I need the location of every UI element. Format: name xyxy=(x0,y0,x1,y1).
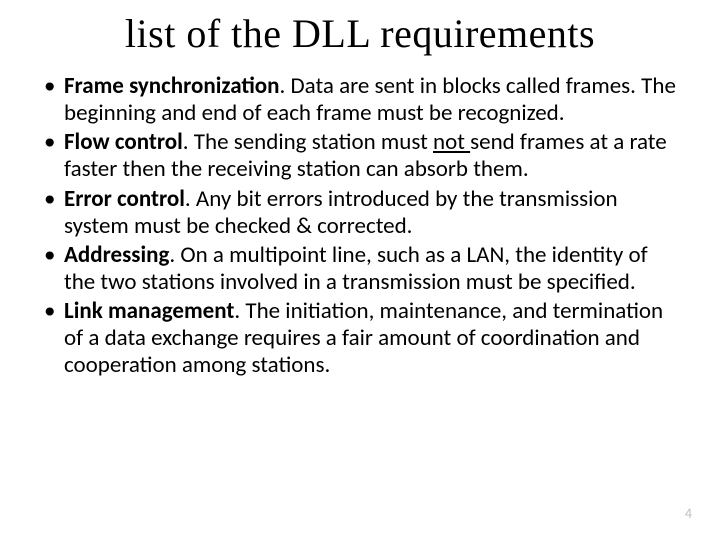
item-term: Error control xyxy=(64,185,185,213)
slide-title: list of the DLL requirements xyxy=(30,10,690,57)
item-term: Addressing xyxy=(64,241,169,269)
item-term: Frame synchronization xyxy=(64,72,280,100)
item-text-underline: not xyxy=(433,128,470,156)
list-item: Error control. Any bit errors introduced… xyxy=(44,186,684,240)
list-item: Link management. The initiation, mainten… xyxy=(44,298,684,379)
slide: list of the DLL requirements Frame synch… xyxy=(0,0,720,540)
item-term: Link management xyxy=(64,297,234,325)
list-item: Addressing. On a multipoint line, such a… xyxy=(44,242,684,296)
bullet-list: Frame synchronization. Data are sent in … xyxy=(30,73,690,379)
list-item: Frame synchronization. Data are sent in … xyxy=(44,73,684,127)
list-item: Flow control. The sending station must n… xyxy=(44,129,684,183)
item-term: Flow control xyxy=(64,128,183,156)
item-text-pre: The sending station must xyxy=(189,128,433,156)
page-number: 4 xyxy=(685,505,692,522)
